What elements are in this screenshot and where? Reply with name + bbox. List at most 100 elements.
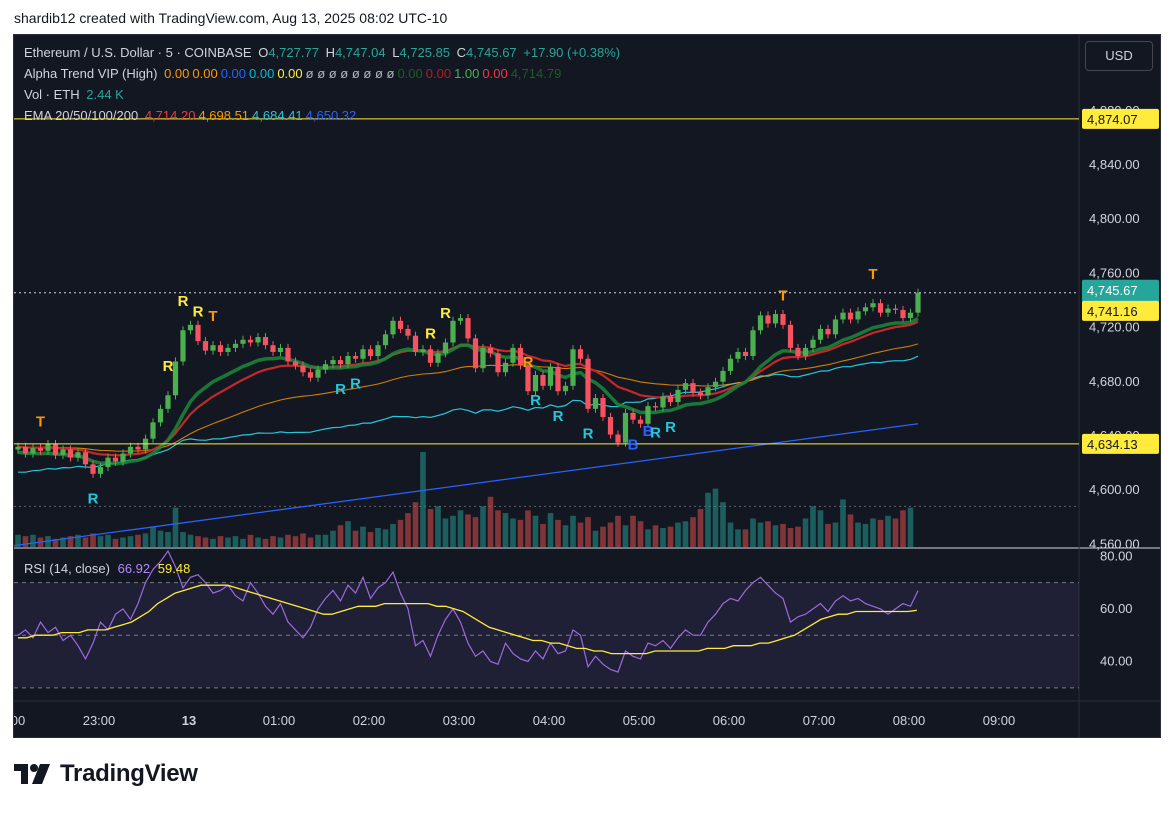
- volume-bar: [397, 519, 404, 547]
- rsi-name[interactable]: RSI (14, close): [24, 561, 110, 576]
- volume-bar: [262, 538, 269, 547]
- candle-body: [720, 370, 726, 382]
- candle-body: [22, 446, 29, 454]
- candle-body: [540, 374, 546, 386]
- candle-body: [810, 339, 816, 348]
- candle-body: [802, 347, 809, 357]
- candle-body: [352, 356, 359, 359]
- volume-bar: [157, 530, 164, 547]
- rsi-tick-label: 80.00: [1100, 548, 1133, 563]
- signal-label: R: [665, 419, 676, 436]
- candle-body: [405, 328, 411, 336]
- signal-label: R: [530, 392, 541, 409]
- volume-bar: [97, 536, 104, 547]
- chart-frame[interactable]: 4,560.004,600.004,640.004,680.004,720.00…: [13, 34, 1161, 738]
- candle-body: [322, 364, 329, 370]
- candle-body: [592, 398, 599, 409]
- volume-bar: [622, 525, 629, 547]
- time-tick-label: 23:00: [83, 713, 116, 728]
- time-tick-label: 07:00: [803, 713, 836, 728]
- candle-body: [667, 396, 674, 403]
- price-tick-label: 4,800.00: [1089, 211, 1140, 226]
- volume-bar: [787, 528, 794, 547]
- volume-bar: [255, 537, 261, 547]
- volume-bar: [487, 496, 494, 547]
- candle-body: [735, 351, 741, 359]
- volume-bar: [412, 502, 419, 547]
- volume-bar: [225, 537, 231, 547]
- volume-bar: [607, 522, 614, 547]
- volume-bar: [660, 528, 666, 547]
- currency-button[interactable]: USD: [1085, 41, 1153, 71]
- volume-bar: [832, 522, 839, 547]
- chart-canvas[interactable]: 4,560.004,600.004,640.004,680.004,720.00…: [14, 35, 1160, 737]
- volume-bar: [345, 521, 351, 547]
- candle-body: [697, 392, 704, 396]
- candle-body: [652, 406, 659, 408]
- ohlc-h-label: H: [325, 45, 335, 60]
- price-tick-label: 4,760.00: [1089, 265, 1140, 280]
- symbol-name[interactable]: Ethereum / U.S. Dollar · 5 · COINBASE: [24, 45, 252, 60]
- volume-bar: [525, 510, 531, 547]
- volume-bar: [142, 533, 149, 547]
- volume-bar: [442, 518, 449, 547]
- signal-label: R: [163, 358, 174, 375]
- candle-body: [607, 416, 614, 435]
- candle-body: [427, 349, 434, 363]
- volume-bar: [420, 452, 426, 547]
- candle-body: [60, 449, 66, 455]
- volume-legend: Vol · ETH 2.44 K: [24, 87, 127, 102]
- last-price-label: 4,745.67: [1087, 283, 1138, 298]
- volume-bar: [427, 509, 434, 547]
- candle-body: [187, 324, 194, 331]
- candle-body: [900, 309, 906, 319]
- volume-bar: [292, 536, 299, 547]
- rsi-tick-label: 40.00: [1100, 654, 1133, 669]
- ohlc-open: 4,727.77: [268, 45, 319, 60]
- alpha-trend-value-9: 0.00: [482, 66, 508, 81]
- ema-name[interactable]: EMA 20/50/100/200: [24, 108, 138, 123]
- candle-body: [247, 339, 254, 343]
- rsi-value: 66.92: [117, 561, 151, 576]
- candle-body: [15, 446, 21, 450]
- candle-body: [382, 334, 389, 346]
- volume-bar: [675, 522, 681, 547]
- candle-body: [660, 396, 666, 408]
- candle-body: [532, 374, 539, 392]
- volume-bar: [472, 517, 479, 547]
- candle-body: [502, 362, 509, 373]
- volume-bar: [127, 536, 134, 547]
- tradingview-logo[interactable]: TradingView: [14, 760, 198, 788]
- signal-label: R: [178, 293, 189, 310]
- volume-name[interactable]: Vol · ETH: [24, 87, 80, 102]
- candle-body: [337, 360, 344, 365]
- volume-bar: [210, 538, 216, 547]
- volume-bar: [742, 529, 749, 547]
- candle-body: [877, 303, 884, 313]
- candle-body: [255, 337, 261, 343]
- candle-body: [82, 452, 89, 465]
- rsi-legend: RSI (14, close) 66.92 59.48: [24, 561, 190, 576]
- volume-bar: [577, 522, 584, 547]
- symbol-legend: Ethereum / U.S. Dollar · 5 · COINBASE O4…: [24, 45, 623, 60]
- candle-body: [840, 312, 846, 320]
- alpha-trend-value-4: 0.00: [277, 66, 303, 81]
- volume-bar: [240, 538, 246, 547]
- time-tick-label: 03:00: [443, 713, 476, 728]
- volume-bar: [270, 536, 276, 547]
- candle-body: [37, 448, 44, 451]
- alpha-trend-name[interactable]: Alpha Trend VIP (High): [24, 66, 157, 81]
- candle-body: [75, 452, 81, 458]
- signal-label: R: [193, 304, 204, 321]
- candle-body: [705, 387, 711, 396]
- candle-body: [435, 353, 441, 363]
- alpha-trend-value-3: 0.00: [249, 66, 275, 81]
- volume-bar: [217, 536, 224, 547]
- price-tick-label: 4,600.00: [1089, 482, 1140, 497]
- candle-body: [615, 434, 621, 443]
- candle-body: [450, 320, 456, 343]
- volume-bar: [502, 513, 509, 547]
- candle-body: [495, 353, 501, 373]
- candle-body: [52, 444, 59, 455]
- candle-body: [97, 467, 104, 474]
